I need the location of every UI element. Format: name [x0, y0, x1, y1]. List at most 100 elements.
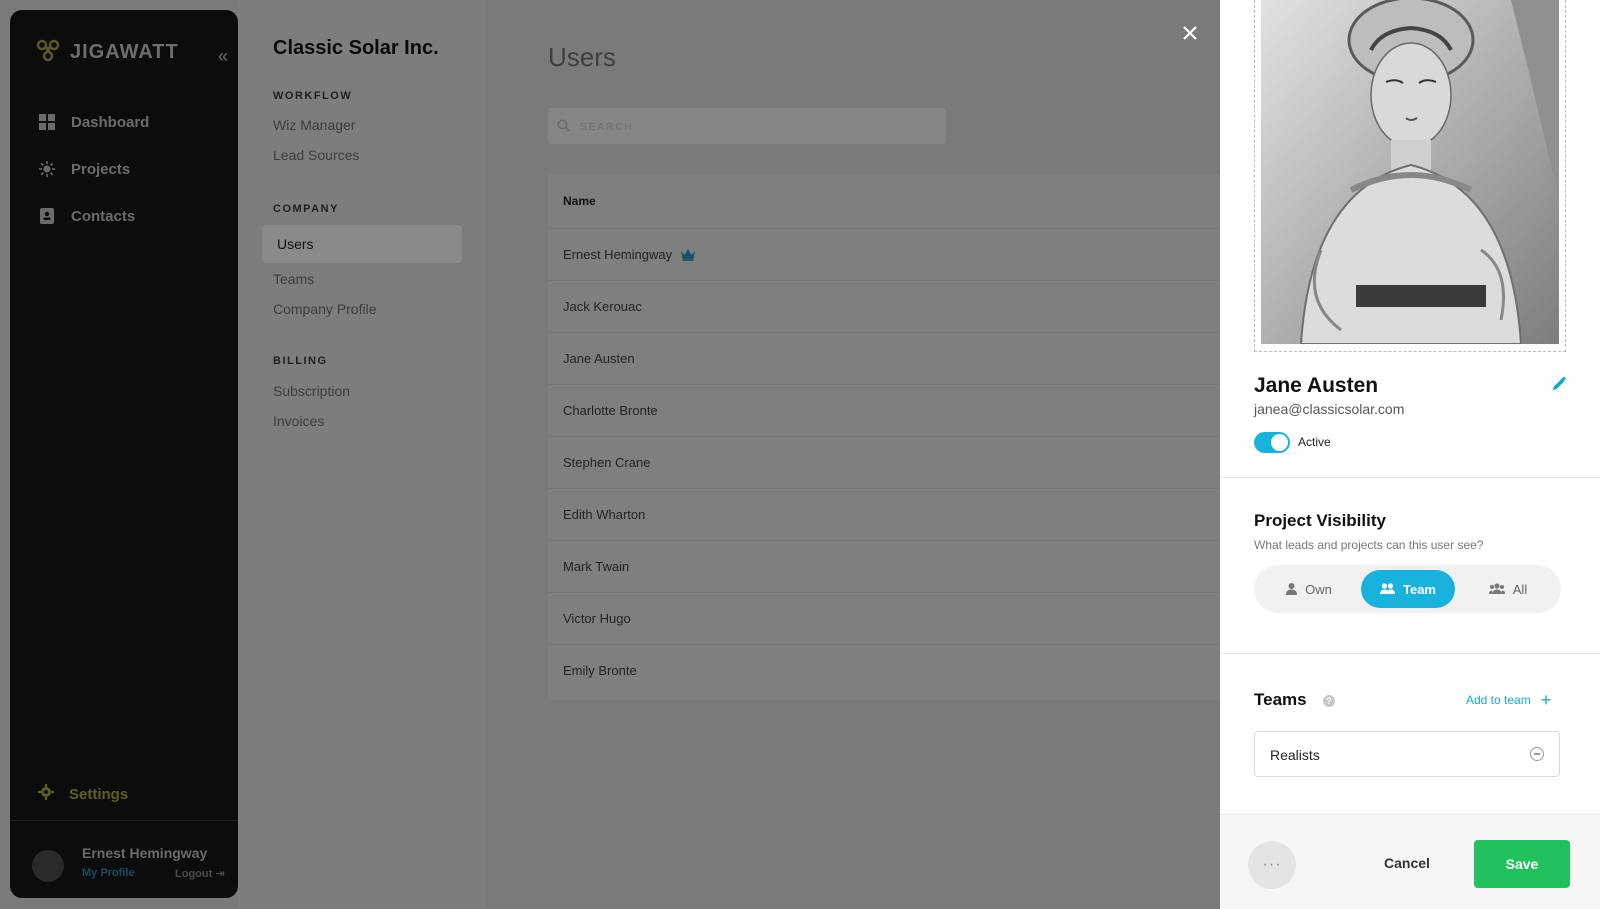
- settings-subnav: Classic Solar Inc. WORKFLOW Wiz Manager …: [238, 0, 486, 908]
- teams-title: Teams: [1254, 690, 1307, 709]
- option-label: All: [1512, 581, 1528, 597]
- project-visibility-title: Project Visibility: [1254, 511, 1386, 530]
- users-table-body: Ernest Hemingway Jack Kerouac Jane Auste…: [548, 228, 1220, 696]
- settings-label: Settings: [69, 785, 129, 803]
- user-name-cell: Jane Austen: [563, 351, 635, 366]
- edit-user-button[interactable]: [1552, 376, 1567, 396]
- brand[interactable]: JIGAWATT: [34, 36, 179, 69]
- jigawatt-logo-icon: [34, 36, 62, 69]
- user-name: Jane Austen: [1254, 374, 1379, 397]
- table-row[interactable]: Edith Wharton: [548, 488, 1220, 540]
- main-nav: Dashboard Projects Contacts: [38, 110, 149, 251]
- crown-icon: [680, 248, 696, 261]
- remove-team-icon[interactable]: [1530, 747, 1544, 761]
- user-name-cell: Ernest Hemingway: [563, 247, 673, 262]
- more-actions-button[interactable]: ···: [1248, 841, 1296, 889]
- avatar[interactable]: [32, 850, 64, 882]
- users-main: Users Name Ernest Hemingway Jack Kerouac…: [486, 0, 1220, 908]
- section-heading-workflow: WORKFLOW: [273, 90, 353, 102]
- option-label: Team: [1403, 581, 1436, 597]
- current-user: Ernest Hemingway My Profile Logout ⇥: [30, 842, 230, 886]
- subnav-link-subscription[interactable]: Subscription: [273, 383, 350, 399]
- page-title: Users: [548, 42, 616, 72]
- panel-footer: ··· Cancel Save: [1220, 814, 1600, 909]
- user-name-cell: Edith Wharton: [563, 507, 646, 522]
- active-toggle[interactable]: [1254, 432, 1290, 453]
- search-icon: [557, 119, 570, 137]
- visibility-option-all[interactable]: All: [1459, 570, 1557, 608]
- nav-label: Dashboard: [71, 113, 150, 131]
- add-to-team-button[interactable]: Add to team +: [1466, 690, 1552, 710]
- add-to-team-label: Add to team: [1466, 693, 1531, 707]
- divider: [1220, 653, 1600, 654]
- app-sidebar: JIGAWATT « Dashboard Projects Contacts S…: [10, 10, 238, 898]
- search-bar: [548, 108, 946, 146]
- column-header-name[interactable]: Name: [563, 194, 596, 208]
- pencil-icon: [1552, 376, 1567, 395]
- user-name-cell: Charlotte Bronte: [563, 403, 658, 418]
- profile-photo-dropzone[interactable]: [1254, 0, 1566, 352]
- search-input[interactable]: [578, 108, 942, 146]
- visibility-option-team[interactable]: Team: [1361, 570, 1455, 608]
- nav-item-projects[interactable]: Projects: [38, 157, 149, 181]
- section-heading-billing: BILLING: [273, 355, 328, 367]
- close-panel-button[interactable]: [1179, 24, 1201, 46]
- company-title: Classic Solar Inc.: [273, 37, 439, 59]
- table-row[interactable]: Victor Hugo: [548, 592, 1220, 644]
- divider: [10, 820, 238, 821]
- nav-label: Projects: [71, 160, 131, 178]
- subnav-link-lead-sources[interactable]: Lead Sources: [273, 147, 359, 163]
- section-heading-company: COMPANY: [273, 203, 339, 215]
- user-name-cell: Jack Kerouac: [563, 299, 642, 314]
- table-row[interactable]: Charlotte Bronte: [548, 384, 1220, 436]
- subnav-link-label: Users: [277, 236, 314, 252]
- save-button[interactable]: Save: [1474, 840, 1570, 888]
- my-profile-link[interactable]: My Profile: [82, 867, 135, 879]
- nav-item-dashboard[interactable]: Dashboard: [38, 110, 149, 134]
- subnav-link-users[interactable]: Users: [262, 225, 462, 263]
- table-row[interactable]: Jane Austen: [548, 332, 1220, 384]
- team-item: Realists: [1254, 731, 1560, 777]
- divider: [1220, 477, 1600, 478]
- subnav-link-company-profile[interactable]: Company Profile: [273, 301, 377, 317]
- visibility-segmented-control: Own Team All: [1254, 565, 1561, 613]
- users-table: Name Ernest Hemingway Jack Kerouac Jane …: [548, 174, 1220, 700]
- table-row[interactable]: Emily Bronte: [548, 644, 1220, 696]
- logout-link[interactable]: Logout ⇥: [175, 867, 225, 880]
- user-name-cell: Victor Hugo: [563, 611, 631, 626]
- table-row[interactable]: Mark Twain: [548, 540, 1220, 592]
- grid-icon: [38, 113, 56, 131]
- logout-label: Logout: [175, 868, 213, 880]
- gear-icon: [38, 784, 54, 804]
- user-name-cell: Stephen Crane: [563, 455, 651, 470]
- visibility-option-own[interactable]: Own: [1260, 570, 1358, 608]
- current-user-name: Ernest Hemingway: [82, 845, 208, 861]
- help-icon[interactable]: ?: [1323, 695, 1335, 707]
- profile-photo: [1261, 0, 1559, 344]
- subnav-link-invoices[interactable]: Invoices: [273, 413, 324, 429]
- cancel-button[interactable]: Cancel: [1384, 855, 1430, 871]
- double-chevron-left-icon[interactable]: «: [218, 46, 228, 67]
- team-name: Realists: [1270, 747, 1320, 763]
- people-icon: [1380, 583, 1395, 595]
- nav-label: Contacts: [71, 207, 136, 225]
- active-toggle-label: Active: [1298, 435, 1331, 449]
- subnav-link-teams[interactable]: Teams: [273, 271, 314, 287]
- subnav-link-wiz-manager[interactable]: Wiz Manager: [273, 117, 355, 133]
- close-icon: [1183, 25, 1197, 45]
- brand-name: JIGAWATT: [70, 41, 179, 63]
- nav-item-contacts[interactable]: Contacts: [38, 204, 149, 228]
- table-row[interactable]: Stephen Crane: [548, 436, 1220, 488]
- table-row[interactable]: Jack Kerouac: [548, 280, 1220, 332]
- option-label: Own: [1305, 581, 1332, 597]
- sun-icon: [38, 160, 56, 178]
- table-row[interactable]: Ernest Hemingway: [548, 228, 1220, 280]
- project-visibility-hint: What leads and projects can this user se…: [1254, 538, 1484, 552]
- contact-book-icon: [38, 207, 56, 225]
- plus-icon: +: [1540, 690, 1552, 710]
- nav-item-settings[interactable]: Settings: [38, 784, 128, 804]
- user-detail-panel: Jane Austen janea@classicsolar.com Activ…: [1220, 0, 1600, 909]
- group-icon: [1488, 583, 1505, 595]
- user-name-cell: Emily Bronte: [563, 663, 637, 678]
- user-name-cell: Mark Twain: [563, 559, 630, 574]
